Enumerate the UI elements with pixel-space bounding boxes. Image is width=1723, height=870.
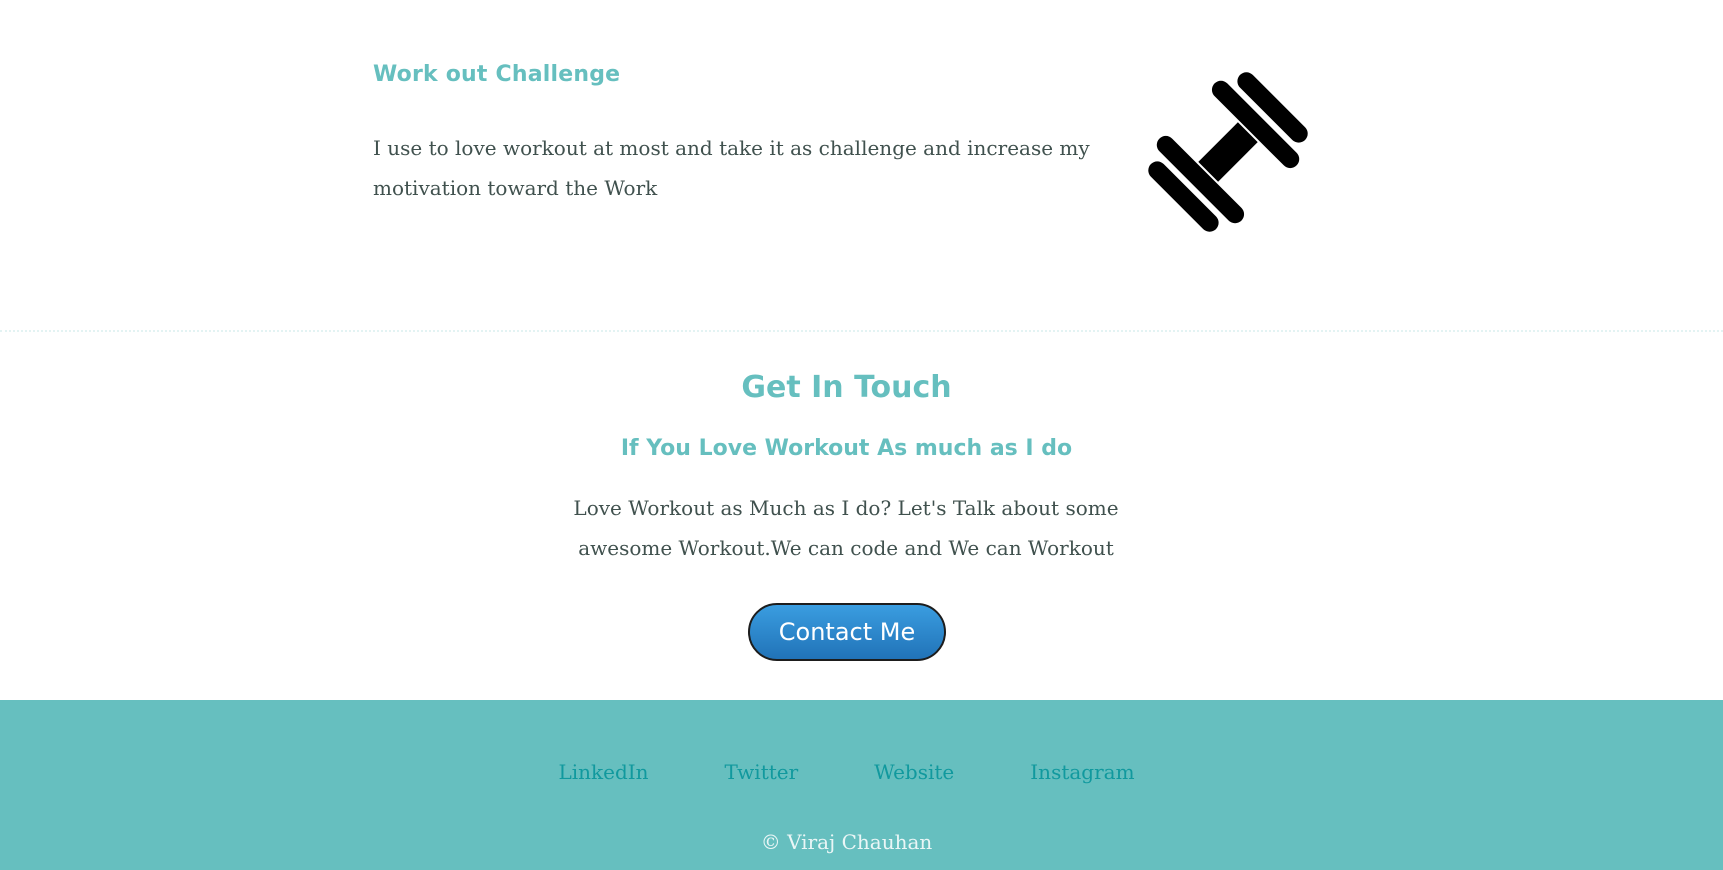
contact-me-button[interactable]: Contact Me <box>748 603 946 661</box>
footer-link-linkedin[interactable]: LinkedIn <box>558 760 648 784</box>
copyright-text: © Viraj Chauhan <box>760 830 933 854</box>
workout-title: Work out Challenge <box>373 62 621 87</box>
contact-subtitle: If You Love Workout As much as I do <box>620 436 1073 461</box>
workout-section: Work out Challenge I use to love workout… <box>0 0 1723 331</box>
footer-link-website[interactable]: Website <box>874 760 954 784</box>
footer-link-instagram[interactable]: Instagram <box>1030 760 1134 784</box>
workout-description: I use to love workout at most and take i… <box>373 136 1090 200</box>
footer-link-twitter[interactable]: Twitter <box>725 760 799 784</box>
contact-description: Love Workout as Much as I do? Let's Talk… <box>573 496 1119 560</box>
footer: LinkedIn Twitter Website Instagram © Vir… <box>0 700 1723 870</box>
contact-section: Get In Touch If You Love Workout As much… <box>0 332 1723 700</box>
dumbbell-icon <box>1148 72 1308 232</box>
footer-links: LinkedIn Twitter Website Instagram <box>0 760 1693 784</box>
contact-title: Get In Touch <box>741 370 952 405</box>
